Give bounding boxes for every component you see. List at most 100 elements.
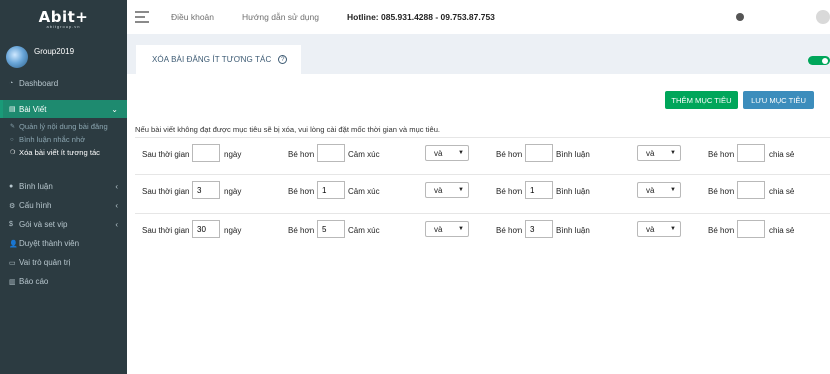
hotline: Hotline: 085.931.4288 - 09.753.87.753 [347, 12, 495, 22]
logo[interactable]: Abit+ abitgroup.vn [0, 0, 127, 38]
user-avatar[interactable] [816, 10, 830, 24]
share-input[interactable] [737, 181, 765, 199]
tab-bar: XÓA BÀI ĐĂNG ÍT TƯƠNG TÁC ? [127, 37, 830, 74]
share-label: chia sẻ [769, 226, 795, 235]
sidebar-item-dashboard[interactable]: ◔ Dashboard [0, 74, 127, 92]
caret-down-icon: ▼ [670, 150, 676, 156]
caret-down-icon: ▼ [670, 226, 676, 232]
comments-icon: ❍ [10, 150, 16, 156]
caret-down-icon: ▼ [670, 187, 676, 193]
reaction-input[interactable] [317, 181, 345, 199]
comment-input[interactable] [525, 220, 553, 238]
sidebar-item-binh-luan[interactable]: ● Bình luận ‹ [0, 177, 127, 196]
reaction-input[interactable] [317, 144, 345, 162]
nav-link-guide[interactable]: Hướng dẫn sử dụng [242, 12, 319, 22]
days-label: ngày [224, 150, 242, 159]
top-header: Điều khoản Hướng dẫn sử dụng Hotline: 08… [127, 0, 830, 34]
sidebar-subitem-label: Bình luận nhắc nhở [19, 135, 86, 144]
reaction-label: Cảm xúc [348, 226, 380, 235]
caret-down-icon: ▼ [458, 150, 464, 156]
less-label: Bé hơn [288, 187, 315, 196]
user-name: Group2019 [34, 47, 75, 56]
share-input[interactable] [737, 144, 765, 162]
sidebar-item-label: Báo cáo [19, 277, 49, 286]
less-label: Bé hơn [708, 187, 735, 196]
time-label: Sau thời gian [142, 226, 190, 235]
comment-icon: ● [9, 183, 14, 190]
caret-down-icon: ▼ [458, 187, 464, 193]
menu-toggle-icon[interactable] [135, 8, 149, 26]
globe-icon[interactable] [736, 13, 744, 21]
comment-label: Bình luận [556, 150, 590, 159]
sidebar-item-label: Duyệt thành viên [19, 239, 80, 248]
brand-name: Abit+ [38, 7, 89, 26]
days-label: ngày [224, 226, 242, 235]
chevron-left-icon: ‹ [115, 182, 118, 191]
sidebar-item-label: Dashboard [19, 78, 59, 88]
comment-label: Bình luận [556, 226, 590, 235]
sidebar-item-cau-hinh[interactable]: ⚙ Cấu hình ‹ [0, 196, 127, 215]
sidebar-item-label: Bài Viết [19, 104, 47, 114]
add-target-button[interactable]: THÊM MỤC TIÊU [665, 91, 738, 109]
less-label: Bé hơn [708, 226, 735, 235]
target-row: Sau thời gian ngày Bé hơn Cảm xúc và ▼ Bé… [135, 137, 830, 174]
reaction-input[interactable] [317, 220, 345, 238]
sidebar-item-goi-set-vip[interactable]: $ Gói và set vip ‹ [0, 215, 127, 234]
days-input[interactable] [192, 181, 220, 199]
days-input[interactable] [192, 220, 220, 238]
sidebar-submenu: ✎ Quản lý nội dung bài đăng ○ Bình luận … [0, 118, 127, 165]
settings-icon: ⚙ [9, 202, 16, 210]
circle-icon: ○ [10, 136, 14, 143]
operator-select[interactable]: và ▼ [425, 221, 469, 237]
dashboard-icon: ◔ [9, 79, 14, 87]
reaction-label: Cảm xúc [348, 150, 380, 159]
operator-select[interactable]: và ▼ [637, 145, 681, 161]
operator-select[interactable]: và ▼ [637, 221, 681, 237]
less-label: Bé hơn [496, 187, 523, 196]
operator-value: và [434, 224, 443, 234]
operator-select[interactable]: và ▼ [425, 182, 469, 198]
tab-delete-low-interaction[interactable]: XÓA BÀI ĐĂNG ÍT TƯƠNG TÁC ? [136, 45, 301, 74]
share-label: chia sẻ [769, 187, 795, 196]
sidebar-item-label: Vai trò quản trị [19, 258, 71, 267]
comment-input[interactable] [525, 181, 553, 199]
caret-down-icon: ▼ [458, 226, 464, 232]
sidebar-subitem-manage-posts[interactable]: ✎ Quản lý nội dung bài đăng [0, 120, 127, 133]
sidebar-item-vai-tro[interactable]: ▭ Vai trò quản trị [0, 253, 127, 272]
sidebar-subitem-reminder-comments[interactable]: ○ Bình luận nhắc nhở [0, 133, 127, 146]
comment-input[interactable] [525, 144, 553, 162]
chart-icon: ▥ [9, 278, 16, 286]
sidebar-subitem-label: Xóa bài viết ít tương tác [19, 148, 100, 157]
sidebar-item-bao-cao[interactable]: ▥ Báo cáo [0, 272, 127, 291]
comment-label: Bình luận [556, 187, 590, 196]
brand-subtitle: abitgroup.vn [46, 23, 81, 29]
operator-value: và [646, 224, 655, 234]
user-panel: Group2019 [0, 38, 127, 74]
sidebar-subitem-label: Quản lý nội dung bài đăng [19, 122, 108, 131]
time-label: Sau thời gian [142, 150, 190, 159]
article-icon: ▤ [9, 106, 16, 113]
help-icon[interactable]: ? [278, 55, 288, 64]
enable-toggle[interactable] [808, 56, 830, 65]
sidebar-item-duyet-thanh-vien[interactable]: 👤 Duyệt thành viên [0, 234, 127, 253]
days-input[interactable] [192, 144, 220, 162]
operator-value: và [646, 148, 655, 158]
nav-link-terms[interactable]: Điều khoản [171, 12, 214, 22]
sidebar-item-label: Bình luận [19, 182, 53, 191]
operator-value: và [434, 185, 443, 195]
chevron-down-icon: ⌄ [111, 104, 118, 114]
less-label: Bé hơn [288, 150, 315, 159]
reaction-label: Cảm xúc [348, 187, 380, 196]
save-target-button[interactable]: LƯU MỤC TIÊU [743, 91, 814, 109]
sidebar-subitem-delete-low-interaction[interactable]: ❍ Xóa bài viết ít tương tác [0, 146, 127, 159]
instruction-note: Nếu bài viết không đạt được mục tiêu sẽ … [135, 125, 441, 134]
less-label: Bé hơn [496, 150, 523, 159]
share-input[interactable] [737, 220, 765, 238]
dollar-icon: $ [9, 221, 13, 228]
operator-select[interactable]: và ▼ [425, 145, 469, 161]
less-label: Bé hơn [288, 226, 315, 235]
sidebar-item-bai-viet[interactable]: ▤ Bài Viết ⌄ [0, 100, 127, 118]
chevron-left-icon: ‹ [115, 220, 118, 229]
operator-select[interactable]: và ▼ [637, 182, 681, 198]
less-label: Bé hơn [496, 226, 523, 235]
